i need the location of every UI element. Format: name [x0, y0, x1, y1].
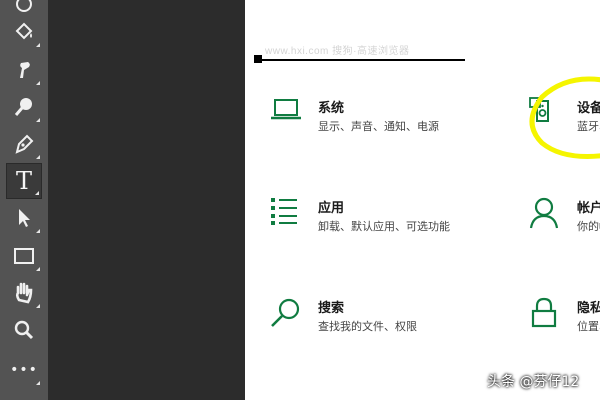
- settings-item-privacy-title: 隐私: [577, 301, 600, 316]
- settings-item-accounts-title: 帐户: [577, 201, 600, 216]
- settings-canvas: www.hxi.com 搜狗·高速浏览器 系统 显示、声音、通知、电源 设备 蓝…: [245, 0, 600, 400]
- account-icon: [529, 197, 561, 233]
- dodge-burn-tool-icon[interactable]: [6, 89, 42, 125]
- text-layer-baseline: [260, 59, 465, 61]
- settings-item-apps-title: 应用: [318, 201, 345, 216]
- faint-watermark-text: www.hxi.com 搜狗·高速浏览器: [265, 46, 410, 57]
- tools-panel: T •••: [0, 0, 48, 400]
- more-tools-icon[interactable]: •••: [6, 352, 42, 388]
- apps-list-icon: [270, 197, 302, 231]
- rectangle-tool-icon[interactable]: [6, 238, 42, 274]
- settings-item-apps-desc: 卸载、默认应用、可选功能: [318, 220, 450, 233]
- settings-item-system-title: 系统: [318, 101, 345, 116]
- settings-item-accounts-desc: 你的帐户、电子邮件、同步设置: [577, 220, 600, 233]
- more-tools-label: •••: [10, 362, 38, 378]
- lock-icon: [529, 297, 561, 333]
- settings-item-system-desc: 显示、声音、通知、电源: [318, 120, 439, 133]
- highlight-circle-annotation: [529, 76, 600, 159]
- paint-bucket-tool-icon[interactable]: [6, 14, 42, 50]
- laptop-icon: [270, 97, 304, 129]
- pen-tool-icon[interactable]: [6, 126, 42, 162]
- search-icon: [270, 297, 302, 333]
- settings-item-search-title: 搜索: [318, 301, 345, 316]
- type-tool-icon[interactable]: T: [6, 163, 42, 199]
- watermark-text: 头条 @芬仔12: [487, 374, 580, 390]
- hand-tool-icon[interactable]: [6, 275, 42, 311]
- path-selection-tool-icon[interactable]: [6, 200, 42, 236]
- zoom-tool-icon[interactable]: [6, 312, 42, 348]
- type-tool-label: T: [15, 167, 32, 195]
- canvas-pasteboard: [48, 0, 245, 400]
- settings-item-search-desc: 查找我的文件、权限: [318, 320, 417, 333]
- smudge-tool-icon[interactable]: [6, 52, 42, 88]
- settings-item-privacy-desc: 位置、相机、麦克风: [577, 320, 600, 333]
